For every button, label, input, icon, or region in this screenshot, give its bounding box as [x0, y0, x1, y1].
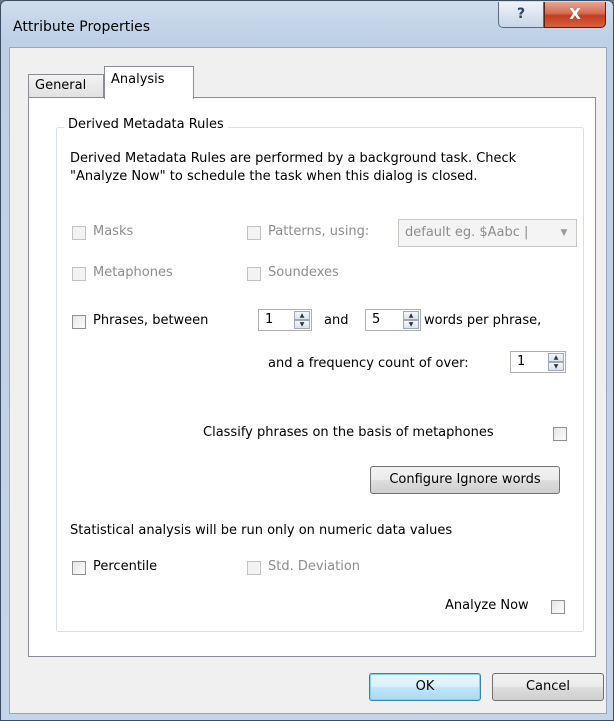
frequency-value: 1: [517, 354, 526, 369]
cancel-button[interactable]: Cancel: [492, 673, 604, 701]
configure-ignore-words-button[interactable]: Configure Ignore words: [370, 466, 560, 494]
std-deviation-label: Std. Deviation: [268, 559, 361, 574]
tab-general[interactable]: General: [28, 74, 104, 98]
masks-checkbox[interactable]: [72, 226, 86, 240]
frequency-spinner[interactable]: 1 ▲ ▼: [510, 351, 566, 373]
phrases-label: Phrases, between: [93, 313, 209, 328]
phrases-min-value: 1: [265, 312, 274, 327]
spin-up-icon[interactable]: ▲: [403, 311, 419, 320]
metaphones-label: Metaphones: [93, 265, 173, 280]
tab-analysis[interactable]: Analysis: [104, 66, 194, 99]
phrases-checkbox[interactable]: [72, 315, 86, 329]
patterns-label: Patterns, using:: [268, 224, 370, 239]
statistical-note: Statistical analysis will be run only on…: [70, 523, 453, 538]
analyze-now-label: Analyze Now: [445, 598, 529, 613]
std-deviation-checkbox[interactable]: [247, 561, 261, 575]
description-line-1: Derived Metadata Rules are performed by …: [70, 151, 517, 166]
and-label: and: [324, 313, 349, 328]
metaphones-checkbox[interactable]: [72, 267, 86, 281]
patterns-checkbox[interactable]: [247, 226, 261, 240]
ok-button[interactable]: OK: [369, 673, 481, 701]
window-title: Attribute Properties: [13, 19, 151, 35]
percentile-checkbox[interactable]: [72, 561, 86, 575]
spin-down-icon[interactable]: ▼: [403, 320, 419, 329]
analyze-now-checkbox[interactable]: [551, 600, 565, 614]
masks-label: Masks: [93, 224, 134, 239]
patterns-combo-value: default eg. $Aabc |: [405, 225, 529, 240]
spin-up-icon[interactable]: ▲: [548, 353, 564, 362]
phrases-max-spinner[interactable]: 5 ▲ ▼: [365, 309, 421, 331]
derived-metadata-rules-groupbox: [56, 127, 584, 632]
percentile-label: Percentile: [93, 559, 158, 574]
close-button[interactable]: X: [544, 2, 606, 28]
description-line-2: "Analyze Now" to schedule the task when …: [70, 169, 478, 184]
classify-checkbox[interactable]: [553, 427, 567, 441]
words-per-phrase-label: words per phrase,: [424, 313, 542, 328]
phrases-max-value: 5: [372, 312, 381, 327]
spin-down-icon[interactable]: ▼: [294, 320, 310, 329]
chevron-down-icon[interactable]: ▼: [554, 222, 574, 244]
spin-up-icon[interactable]: ▲: [294, 311, 310, 320]
phrases-min-spinner[interactable]: 1 ▲ ▼: [258, 309, 312, 331]
soundexes-label: Soundexes: [268, 265, 339, 280]
frequency-label: and a frequency count of over:: [268, 356, 469, 371]
patterns-combo[interactable]: default eg. $Aabc | ▼: [398, 219, 577, 247]
groupbox-title: Derived Metadata Rules: [64, 117, 228, 132]
classify-label: Classify phrases on the basis of metapho…: [203, 425, 494, 440]
title-bar[interactable]: Attribute Properties ? X: [1, 1, 613, 47]
spin-down-icon[interactable]: ▼: [548, 362, 564, 371]
help-button[interactable]: ?: [498, 2, 544, 28]
soundexes-checkbox[interactable]: [247, 267, 261, 281]
